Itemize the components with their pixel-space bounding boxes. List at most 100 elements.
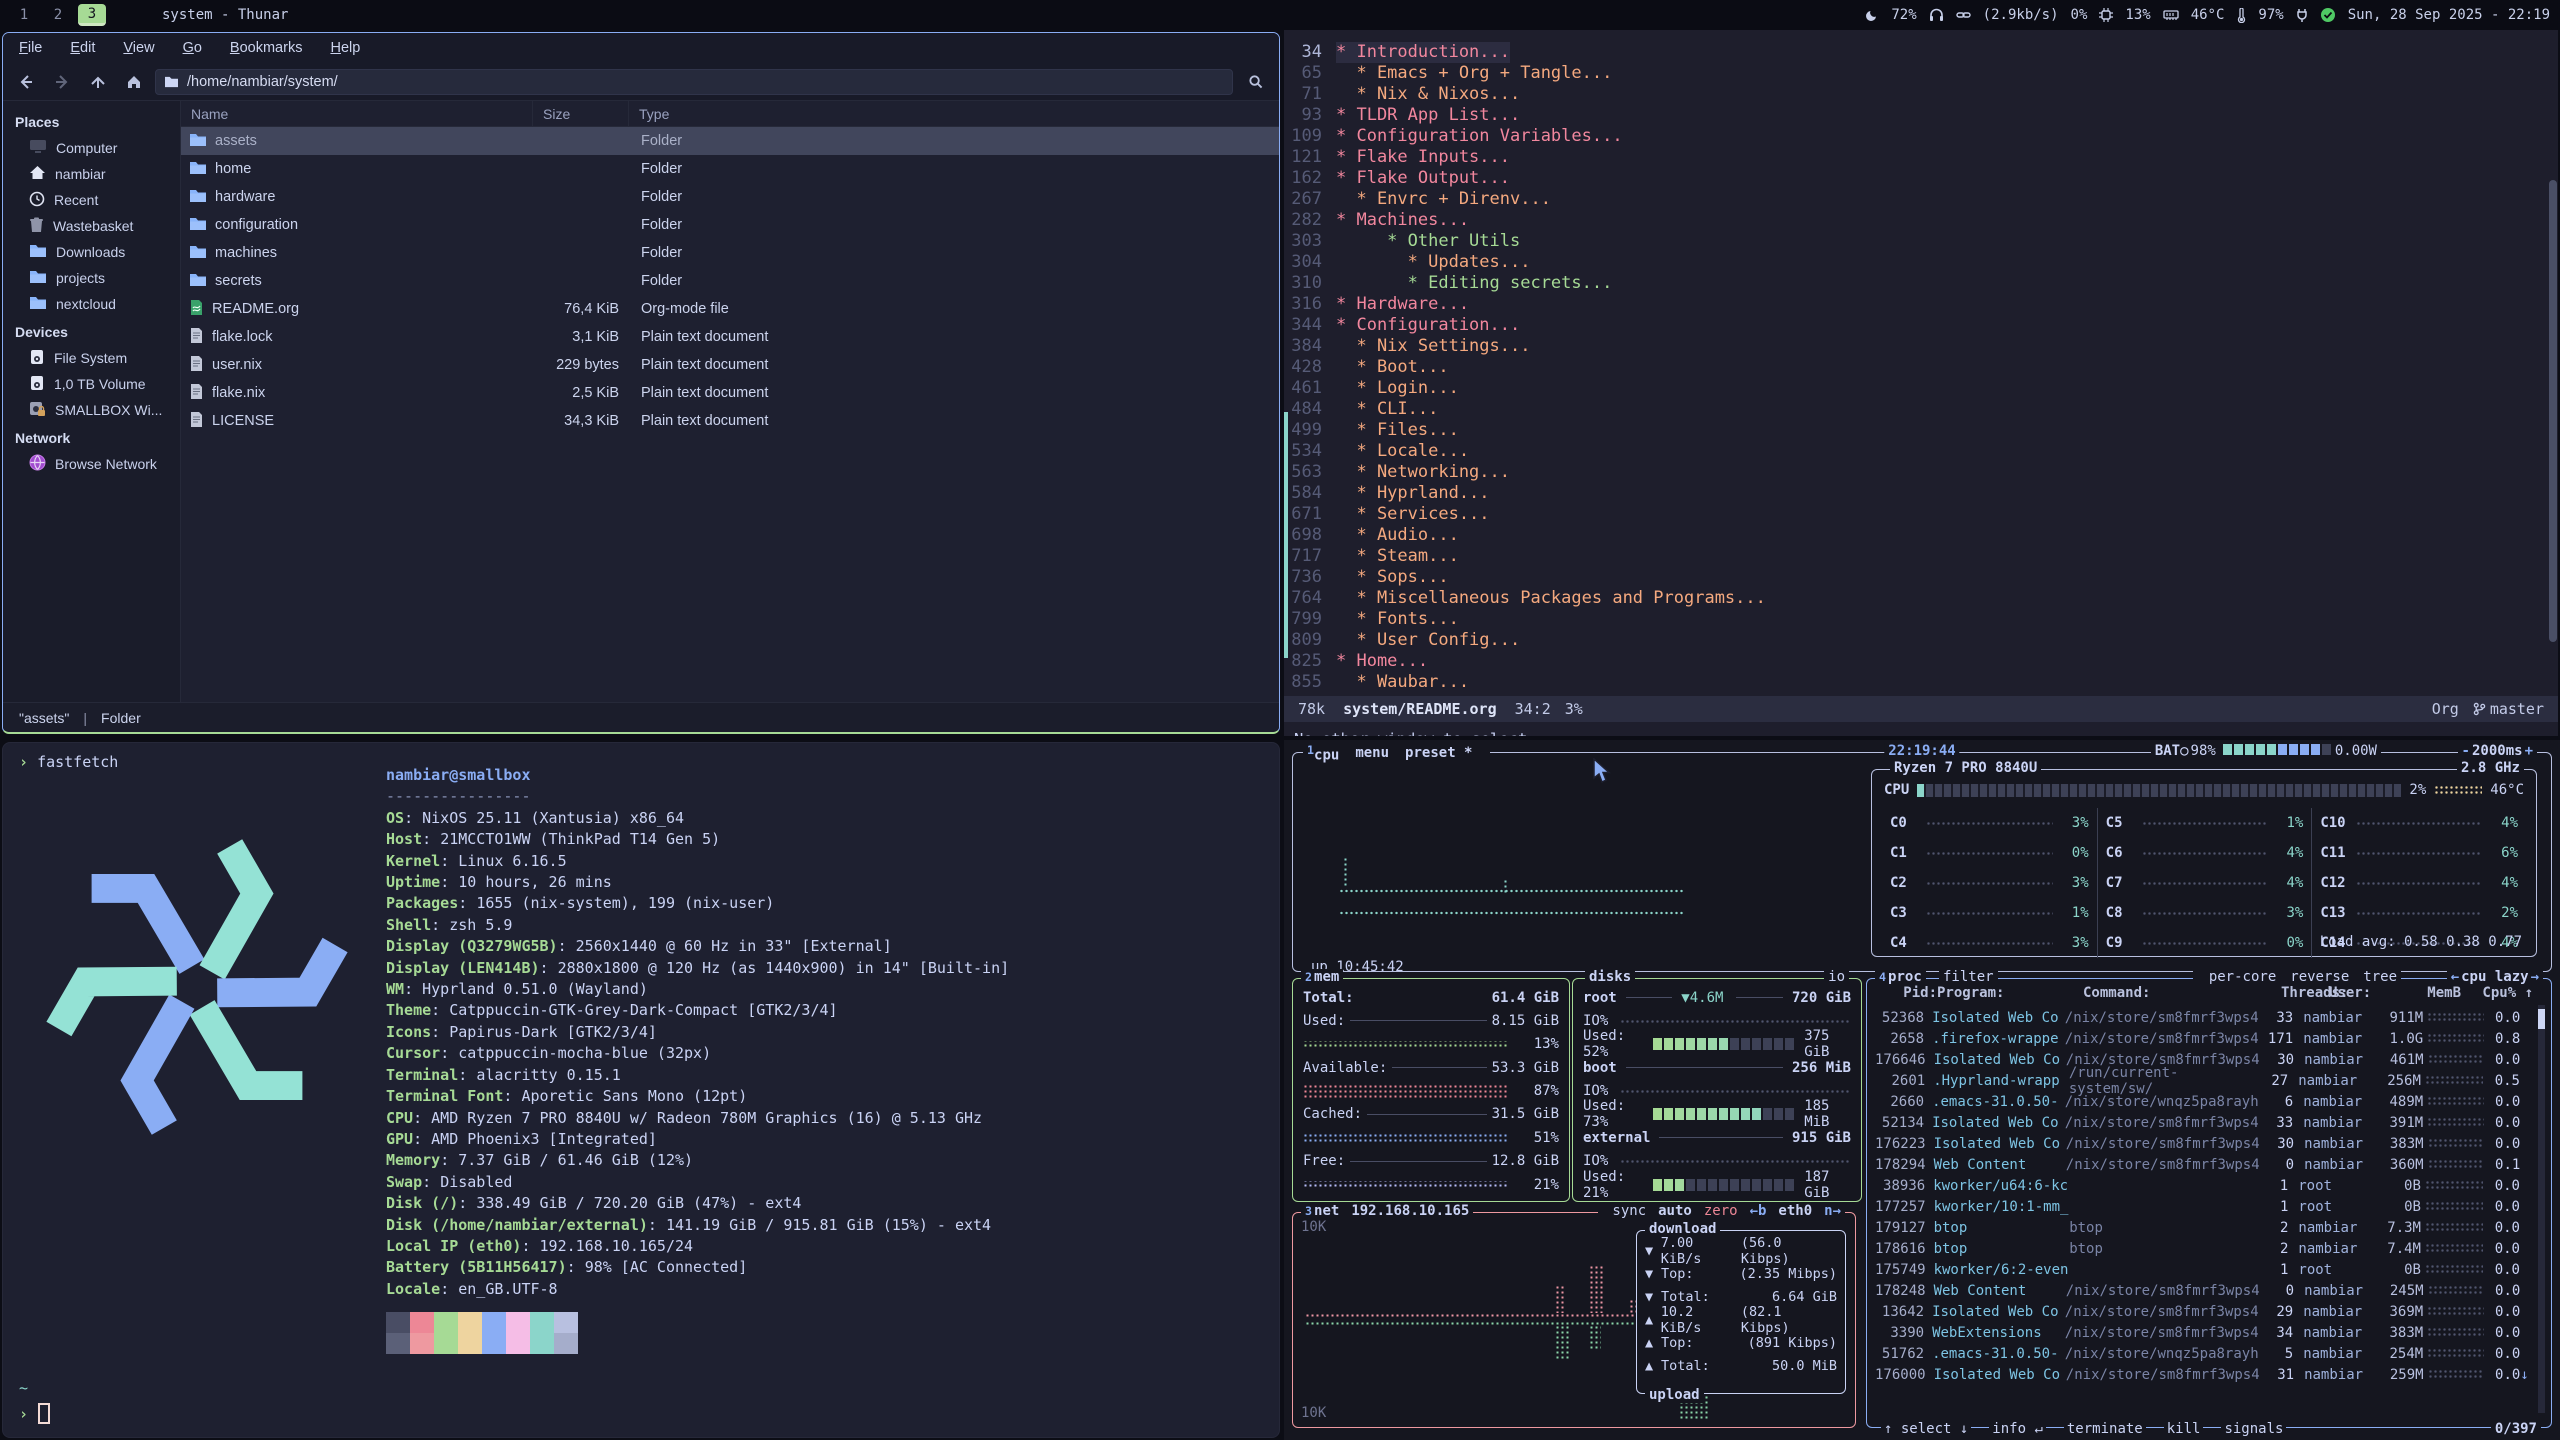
process-row-52368[interactable]: 52368Isolated Web Co/nix/store/sm8fmrf3w… <box>1875 1007 2533 1028</box>
proc-sort-selector[interactable]: ← cpu lazy → <box>2447 969 2543 985</box>
proc-control-reverse[interactable]: reverse <box>2290 969 2349 985</box>
proc-scrollbar-track[interactable] <box>2538 1005 2545 1413</box>
process-row-38936[interactable]: 38936kworker/u64:6-kc1root0B0.0 <box>1875 1175 2533 1196</box>
org-heading-line[interactable]: 71 * Nix & Nixos... <box>1284 84 2558 105</box>
org-heading-line[interactable]: 267 * Envrc + Direnv... <box>1284 189 2558 210</box>
proc-header-threads[interactable]: Threads: <box>2281 985 2329 1001</box>
process-row-51762[interactable]: 51762.emacs-31.0.50-/nix/store/wnqz5pa8r… <box>1875 1343 2533 1364</box>
menu-help[interactable]: Help <box>330 40 360 56</box>
org-heading-line[interactable]: 303 * Other Utils <box>1284 231 2558 252</box>
org-heading-line[interactable]: 344* Configuration... <box>1284 315 2558 336</box>
org-heading-line[interactable]: 563 * Networking... <box>1284 462 2558 483</box>
org-heading-line[interactable]: 671 * Services... <box>1284 504 2558 525</box>
org-heading-line[interactable]: 825* Home... <box>1284 651 2558 672</box>
file-row-secrets[interactable]: secretsFolder <box>181 267 1279 295</box>
org-heading-line[interactable]: 282* Machines... <box>1284 210 2558 231</box>
process-row-3390[interactable]: 3390WebExtensions/nix/store/sm8fmrf3wps4… <box>1875 1322 2533 1343</box>
org-heading-line[interactable]: 484 * CLI... <box>1284 399 2558 420</box>
process-row-2658[interactable]: 2658.firefox-wrappe/nix/store/sm8fmrf3wp… <box>1875 1028 2533 1049</box>
file-row-configuration[interactable]: configurationFolder <box>181 211 1279 239</box>
process-row-13642[interactable]: 13642Isolated Web Co/nix/store/sm8fmrf3w… <box>1875 1301 2533 1322</box>
search-button[interactable] <box>1239 69 1271 95</box>
cpu-tab-menu[interactable]: menu <box>1355 745 1389 761</box>
menu-bookmarks[interactable]: Bookmarks <box>230 40 303 56</box>
net-control-b[interactable]: ←b <box>1750 1203 1767 1219</box>
file-row-machines[interactable]: machinesFolder <box>181 239 1279 267</box>
org-heading-line[interactable]: 764 * Miscellaneous Packages and Program… <box>1284 588 2558 609</box>
file-row-user-nix[interactable]: user.nix229 bytesPlain text document <box>181 351 1279 379</box>
proc-filter[interactable]: filter <box>1939 969 1998 985</box>
sidebar-item-file-system[interactable]: File System <box>3 345 180 371</box>
sidebar-item-nambiar[interactable]: nambiar <box>3 161 180 187</box>
net-control-n[interactable]: n→ <box>1824 1203 1841 1219</box>
proc-header-pid[interactable]: Pid: <box>1875 985 1937 1001</box>
sidebar-item-wastebasket[interactable]: Wastebasket <box>3 213 180 239</box>
sidebar-item-browse-network[interactable]: Browse Network <box>3 451 180 477</box>
process-row-178616[interactable]: 178616btopbtop2nambiar7.4M0.0 <box>1875 1238 2533 1259</box>
org-heading-line[interactable]: 310 * Editing secrets... <box>1284 273 2558 294</box>
workspace-2[interactable]: 2 <box>44 4 72 26</box>
file-row-flake-nix[interactable]: flake.nix2,5 KiBPlain text document <box>181 379 1279 407</box>
org-heading-line[interactable]: 461 * Login... <box>1284 378 2558 399</box>
net-tab[interactable]: 3net192.168.10.165 <box>1301 1203 1473 1219</box>
org-heading-line[interactable]: 717 * Steam... <box>1284 546 2558 567</box>
org-heading-line[interactable]: 121* Flake Inputs... <box>1284 147 2558 168</box>
org-heading-line[interactable]: 34* Introduction... <box>1284 42 2558 63</box>
sort-next-arrow[interactable]: → <box>2531 969 2539 985</box>
sidebar-item-projects[interactable]: projects <box>3 265 180 291</box>
process-row-2660[interactable]: 2660.emacs-31.0.50-/nix/store/wnqz5pa8ra… <box>1875 1091 2533 1112</box>
org-heading-line[interactable]: 855 * Waubar... <box>1284 672 2558 693</box>
file-row-license[interactable]: LICENSE34,3 KiBPlain text document <box>181 407 1279 435</box>
menu-file[interactable]: File <box>19 40 42 56</box>
org-heading-line[interactable]: 698 * Audio... <box>1284 525 2558 546</box>
sidebar-item-downloads[interactable]: Downloads <box>3 239 180 265</box>
org-heading-line[interactable]: 316* Hardware... <box>1284 294 2558 315</box>
proc-header-user[interactable]: User: <box>2329 985 2413 1001</box>
proc-tab[interactable]: 4proc <box>1875 969 1926 985</box>
process-row-179127[interactable]: 179127btopbtop2nambiar7.3M0.0 <box>1875 1217 2533 1238</box>
process-row-176223[interactable]: 176223Isolated Web Co/nix/store/sm8fmrf3… <box>1875 1133 2533 1154</box>
org-heading-line[interactable]: 428 * Boot... <box>1284 357 2558 378</box>
home-button[interactable] <box>119 69 149 95</box>
file-row-hardware[interactable]: hardwareFolder <box>181 183 1279 211</box>
path-bar[interactable]: /home/nambiar/system/ <box>155 69 1233 95</box>
workspace-1[interactable]: 1 <box>10 4 38 26</box>
org-heading-line[interactable]: 162* Flake Output... <box>1284 168 2558 189</box>
back-button[interactable] <box>11 69 41 95</box>
proc-header-cpu%[interactable]: Cpu% ↑ <box>2482 985 2533 1001</box>
process-row-2601[interactable]: 2601.Hyprland-wrapp/run/current-system/s… <box>1875 1070 2533 1091</box>
process-row-177257[interactable]: 177257kworker/10:1-mm_1root0B0.0 <box>1875 1196 2533 1217</box>
sidebar-item-smallbox-wi-[interactable]: SMALLBOX Wi... <box>3 397 180 423</box>
mem-tab[interactable]: 2mem <box>1301 969 1343 985</box>
org-heading-line[interactable]: 109* Configuration Variables... <box>1284 126 2558 147</box>
org-heading-line[interactable]: 584 * Hyprland... <box>1284 483 2558 504</box>
column-header-type[interactable]: Type <box>629 101 1279 126</box>
cpu-tab-cpu[interactable]: 1cpu <box>1307 743 1339 764</box>
proc-action-select[interactable]: ↑ select ↓ <box>1881 1421 1971 1437</box>
process-row-52134[interactable]: 52134Isolated Web Co/nix/store/sm8fmrf3w… <box>1875 1112 2533 1133</box>
org-heading-line[interactable]: 384 * Nix Settings... <box>1284 336 2558 357</box>
update-interval-control[interactable]: - 2000ms + <box>2458 743 2537 759</box>
net-control-zero[interactable]: zero <box>1704 1203 1738 1219</box>
org-heading-line[interactable]: 499 * Files... <box>1284 420 2558 441</box>
org-heading-line[interactable]: 809 * User Config... <box>1284 630 2558 651</box>
io-tab[interactable]: io <box>1824 969 1849 985</box>
menu-edit[interactable]: Edit <box>70 40 95 56</box>
org-heading-line[interactable]: 736 * Sops... <box>1284 567 2558 588</box>
proc-header-program[interactable]: Program: <box>1937 985 2083 1001</box>
emacs-scrollbar[interactable] <box>2549 180 2557 642</box>
cpu-tab-preset[interactable]: preset * <box>1405 745 1472 761</box>
proc-control-per-core[interactable]: per-core <box>2209 969 2276 985</box>
sidebar-item-nextcloud[interactable]: nextcloud <box>3 291 180 317</box>
menu-go[interactable]: Go <box>183 40 202 56</box>
sidebar-item-recent[interactable]: Recent <box>3 187 180 213</box>
process-row-178294[interactable]: 178294Web Content/nix/store/sm8fmrf3wps4… <box>1875 1154 2533 1175</box>
proc-control-tree[interactable]: tree <box>2363 969 2397 985</box>
process-row-176000[interactable]: 176000Isolated Web Co/nix/store/sm8fmrf3… <box>1875 1364 2533 1385</box>
org-heading-line[interactable]: 304 * Updates... <box>1284 252 2558 273</box>
org-heading-line[interactable]: 65 * Emacs + Org + Tangle... <box>1284 63 2558 84</box>
proc-action-info[interactable]: info ↵ <box>1989 1421 2046 1437</box>
sort-prev-arrow[interactable]: ← <box>2451 969 2459 985</box>
net-control-auto[interactable]: auto <box>1658 1203 1692 1219</box>
up-button[interactable] <box>83 69 113 95</box>
